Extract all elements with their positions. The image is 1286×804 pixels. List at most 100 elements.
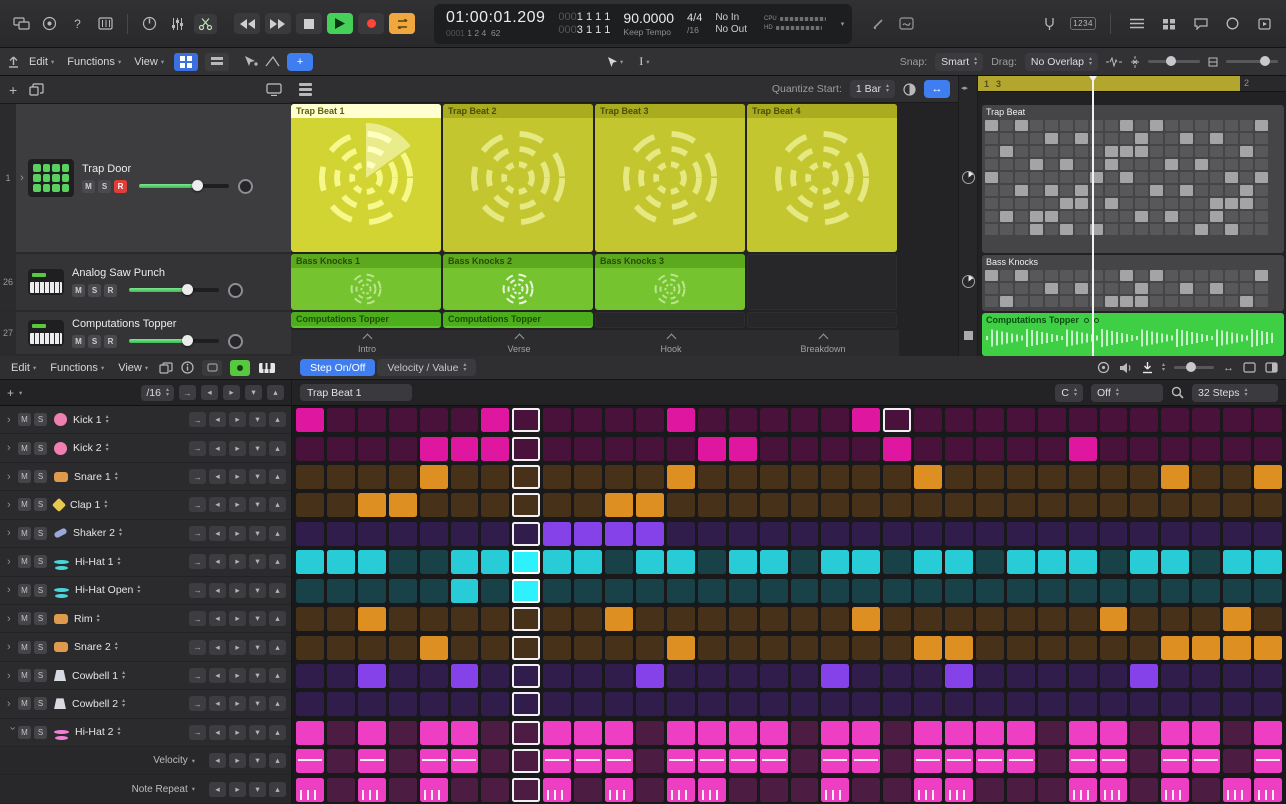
row-stepper[interactable]: ▴▾ xyxy=(119,528,122,538)
row-mute-button[interactable]: M xyxy=(18,413,31,426)
step-cell[interactable] xyxy=(1007,579,1035,603)
row-solo-button[interactable]: S xyxy=(34,527,47,540)
step-cell[interactable] xyxy=(296,408,324,432)
info-icon[interactable] xyxy=(181,361,194,374)
row-mute-button[interactable]: M xyxy=(18,498,31,511)
step-cell[interactable] xyxy=(358,721,386,745)
repeat-cell[interactable] xyxy=(667,778,695,802)
row-solo-button[interactable]: S xyxy=(34,641,47,654)
row-solo-button[interactable]: S xyxy=(34,612,47,625)
vzoom-slider[interactable] xyxy=(1226,60,1278,63)
step-cell[interactable] xyxy=(296,522,324,546)
step-cell[interactable] xyxy=(1254,607,1282,631)
step-cell[interactable] xyxy=(574,579,602,603)
step-cell[interactable] xyxy=(1007,692,1035,716)
step-cell[interactable] xyxy=(543,522,571,546)
row-rotate-right-button[interactable]: ▸ xyxy=(229,725,246,740)
record-enable-button[interactable]: R xyxy=(104,335,117,348)
repeat-cell[interactable] xyxy=(512,778,540,802)
step-cell[interactable] xyxy=(976,437,1004,461)
step-cell[interactable] xyxy=(883,664,911,688)
bar-ruler[interactable]: 13 2 xyxy=(978,76,1286,92)
count-in-icon[interactable]: 1234 xyxy=(1070,17,1096,30)
add-track-button[interactable]: + xyxy=(9,82,17,98)
mute-button[interactable]: M xyxy=(72,335,85,348)
step-cell[interactable] xyxy=(358,664,386,688)
step-cell[interactable] xyxy=(1223,636,1251,660)
step-cell[interactable] xyxy=(1100,522,1128,546)
step-cell[interactable] xyxy=(605,579,633,603)
step-cell[interactable] xyxy=(389,636,417,660)
step-cell[interactable] xyxy=(358,465,386,489)
velocity-cell[interactable] xyxy=(636,749,664,773)
step-cell[interactable] xyxy=(389,437,417,461)
row-solo-button[interactable]: S xyxy=(34,584,47,597)
row-rotate-right-button[interactable]: ▸ xyxy=(229,441,246,456)
step-cell[interactable] xyxy=(1069,493,1097,517)
step-cell[interactable] xyxy=(760,692,788,716)
step-cell[interactable] xyxy=(883,636,911,660)
step-cell[interactable] xyxy=(327,664,355,688)
step-cell[interactable] xyxy=(791,408,819,432)
step-cell[interactable] xyxy=(1038,550,1066,574)
step-cell[interactable] xyxy=(1007,721,1035,745)
seq-menu-view[interactable]: View▾ xyxy=(115,362,151,374)
step-row-header[interactable]: ›MSKick 2▴▾→◂▸▾▴ xyxy=(0,434,291,462)
pointer-plus-icon[interactable] xyxy=(244,55,258,68)
step-row-header[interactable]: ›MSRim▴▾→◂▸▾▴ xyxy=(0,605,291,633)
row-rotate-left-button[interactable]: ◂ xyxy=(209,554,226,569)
repeat-cell[interactable] xyxy=(481,778,509,802)
repeat-cell[interactable] xyxy=(1130,778,1158,802)
step-cell[interactable] xyxy=(420,692,448,716)
step-cell[interactable] xyxy=(1254,664,1282,688)
velocity-cell[interactable] xyxy=(1130,749,1158,773)
row-disclosure-icon[interactable]: › xyxy=(7,670,18,682)
volume-slider[interactable] xyxy=(129,339,219,343)
row-direction-button[interactable]: → xyxy=(189,668,206,683)
midi-in-toggle[interactable] xyxy=(202,360,222,376)
step-cell[interactable] xyxy=(883,579,911,603)
repeat-cell[interactable] xyxy=(420,778,448,802)
step-cell[interactable] xyxy=(1130,692,1158,716)
row-rotate-left-button[interactable]: ◂ xyxy=(209,441,226,456)
waveform-vzoom-icon[interactable] xyxy=(1130,56,1140,68)
step-cell[interactable] xyxy=(1038,692,1066,716)
add-row-button[interactable]: + xyxy=(7,386,14,400)
step-cell[interactable] xyxy=(605,465,633,489)
row-increment-button[interactable]: ▴ xyxy=(269,611,286,626)
row-decrement-button[interactable]: ▾ xyxy=(249,412,266,427)
step-row-header[interactable]: ›MSClap 1▴▾→◂▸▾▴ xyxy=(0,491,291,519)
copy-pattern-icon[interactable] xyxy=(159,362,173,374)
step-cell[interactable] xyxy=(636,408,664,432)
step-cell[interactable] xyxy=(420,579,448,603)
step-cell[interactable] xyxy=(389,664,417,688)
step-cell[interactable] xyxy=(945,522,973,546)
step-cell[interactable] xyxy=(512,579,540,603)
row-rotate-right-button[interactable]: ▸ xyxy=(229,640,246,655)
row-stepper[interactable]: ▴▾ xyxy=(118,557,121,567)
step-cell[interactable] xyxy=(852,607,880,631)
row-disclosure-icon[interactable]: › xyxy=(7,556,18,568)
step-cell[interactable] xyxy=(791,664,819,688)
step-cell[interactable] xyxy=(1254,437,1282,461)
repeat-cell[interactable] xyxy=(1038,778,1066,802)
stop-all-cells-button[interactable] xyxy=(964,331,973,340)
step-cell[interactable] xyxy=(945,664,973,688)
step-cell[interactable] xyxy=(451,522,479,546)
row-stepper[interactable]: ▴▾ xyxy=(118,727,121,737)
step-cell[interactable] xyxy=(1192,607,1220,631)
velocity-cell[interactable] xyxy=(543,749,571,773)
lcd-tempo-mode[interactable]: Keep Tempo xyxy=(623,27,674,37)
step-cell[interactable] xyxy=(1223,664,1251,688)
step-cell[interactable] xyxy=(698,437,726,461)
repeat-cell[interactable] xyxy=(821,778,849,802)
step-cell[interactable] xyxy=(605,493,633,517)
step-cell[interactable] xyxy=(914,692,942,716)
step-cell[interactable] xyxy=(791,550,819,574)
step-cell[interactable] xyxy=(543,408,571,432)
step-cell[interactable] xyxy=(574,465,602,489)
step-row-header[interactable]: ›MSSnare 1▴▾→◂▸▾▴ xyxy=(0,463,291,491)
menu-edit[interactable]: Edit▾ xyxy=(26,56,57,68)
lcd-time-signature[interactable]: 4/4 xyxy=(687,12,702,24)
row-decrement-button[interactable]: ▾ xyxy=(249,583,266,598)
